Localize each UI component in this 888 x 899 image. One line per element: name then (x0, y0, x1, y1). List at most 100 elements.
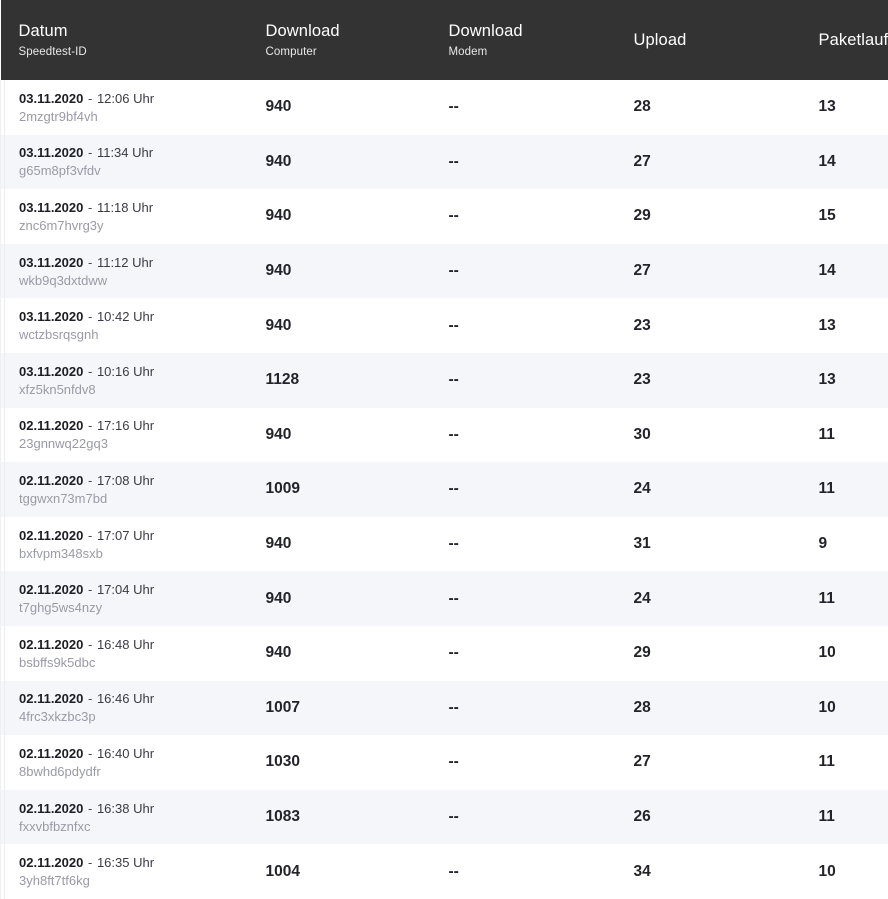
row-date: 03.11.2020 (19, 91, 83, 106)
value-number: 13 (801, 317, 888, 335)
cell-upload: 28 (616, 681, 801, 736)
column-header-subtitle: Modem (449, 44, 616, 60)
row-date-time-separator: - (87, 582, 93, 597)
cell-datum-inner: 02.11.2020 - 17:08 Uhrtggwxn73m7bd (1, 472, 248, 507)
cell-download-computer: 1009 (248, 462, 431, 517)
value-number: 11 (801, 753, 888, 771)
value-number: 10 (801, 644, 888, 662)
column-header-ping[interactable]: Paketlaufzeit (801, 0, 888, 80)
cell-datum-inner: 02.11.2020 - 16:40 Uhr8bwhd6pdydfr (1, 745, 248, 780)
value-number: 9 (801, 535, 888, 553)
row-time: 16:38 (97, 801, 130, 816)
row-speedtest-id: 2mzgtr9bf4vh (19, 108, 248, 125)
value-empty: -- (431, 590, 616, 608)
table-row[interactable]: 02.11.2020 - 16:38 Uhrfxxvbfbznfxc1083--… (1, 790, 888, 845)
row-date-time-separator: - (87, 801, 93, 816)
cell-download-computer: 940 (248, 135, 431, 190)
table-row[interactable]: 02.11.2020 - 17:04 Uhrt7ghg5ws4nzy940--2… (1, 571, 888, 626)
cell-download-computer: 1030 (248, 735, 431, 790)
table-row[interactable]: 03.11.2020 - 10:16 Uhrxfz5kn5nfdv81128--… (1, 353, 888, 408)
cell-datum-inner: 02.11.2020 - 17:04 Uhrt7ghg5ws4nzy (1, 581, 248, 616)
table-row[interactable]: 02.11.2020 - 16:46 Uhr4frc3xkzbc3p1007--… (1, 681, 888, 736)
column-header-subtitle: Speedtest-ID (19, 44, 248, 60)
cell-download-computer: 940 (248, 244, 431, 299)
value-number: 1128 (248, 371, 431, 389)
cell-datum: 02.11.2020 - 16:40 Uhr8bwhd6pdydfr (1, 735, 248, 790)
value-number: 10 (801, 699, 888, 717)
column-header-dl_modem[interactable]: DownloadModem (431, 0, 616, 80)
cell-paketlaufzeit: 11 (801, 571, 888, 626)
value-number: 1083 (248, 808, 431, 826)
table-row[interactable]: 03.11.2020 - 11:12 Uhrwkb9q3dxtdww940--2… (1, 244, 888, 299)
value-number: 31 (616, 535, 801, 553)
cell-datum: 03.11.2020 - 10:42 Uhrwctzbsrqsgnh (1, 298, 248, 353)
value-number: 13 (801, 98, 888, 116)
row-speedtest-id: bxfvpm348sxb (19, 545, 248, 562)
row-date: 02.11.2020 (19, 637, 83, 652)
row-speedtest-id: xfz5kn5nfdv8 (19, 381, 248, 398)
cell-datum: 02.11.2020 - 16:38 Uhrfxxvbfbznfxc (1, 790, 248, 845)
table-row[interactable]: 03.11.2020 - 11:34 Uhrg65m8pf3vfdv940--2… (1, 135, 888, 190)
value-number: 27 (616, 262, 801, 280)
value-number: 30 (616, 426, 801, 444)
cell-upload: 30 (616, 408, 801, 463)
cell-datum-inner: 02.11.2020 - 17:16 Uhr23gnnwq22gq3 (1, 417, 248, 452)
row-date-time-separator: - (87, 418, 93, 433)
value-number: 11 (801, 808, 888, 826)
row-datetime: 02.11.2020 - 16:46 Uhr (19, 690, 248, 707)
value-number: 26 (616, 808, 801, 826)
cell-download-computer: 940 (248, 189, 431, 244)
cell-download-computer: 1083 (248, 790, 431, 845)
table-row[interactable]: 03.11.2020 - 12:06 Uhr2mzgtr9bf4vh940--2… (1, 80, 888, 135)
value-number: 11 (801, 426, 888, 444)
row-speedtest-id: tggwxn73m7bd (19, 490, 248, 507)
value-number: 23 (616, 317, 801, 335)
column-header-dl_comp[interactable]: DownloadComputer (248, 0, 431, 80)
row-time: 16:46 (97, 691, 130, 706)
row-time: 11:18 (97, 200, 129, 215)
value-number: 1030 (248, 753, 431, 771)
row-datetime: 03.11.2020 - 12:06 Uhr (19, 90, 248, 107)
cell-download-modem: -- (431, 298, 616, 353)
cell-upload: 23 (616, 353, 801, 408)
column-header-inner: DownloadModem (431, 21, 616, 60)
column-header-subtitle: Computer (266, 44, 431, 60)
cell-upload: 29 (616, 626, 801, 681)
value-number: 13 (801, 371, 888, 389)
row-time: 17:04 (97, 582, 130, 597)
value-number: 14 (801, 262, 888, 280)
cell-upload: 24 (616, 462, 801, 517)
table-header-row: DatumSpeedtest-IDDownloadComputerDownloa… (1, 0, 888, 80)
cell-datum-inner: 03.11.2020 - 12:06 Uhr2mzgtr9bf4vh (1, 90, 248, 125)
table-row[interactable]: 02.11.2020 - 16:48 Uhrbsbffs9k5dbc940--2… (1, 626, 888, 681)
cell-paketlaufzeit: 13 (801, 80, 888, 135)
table-row[interactable]: 02.11.2020 - 17:08 Uhrtggwxn73m7bd1009--… (1, 462, 888, 517)
table-row[interactable]: 03.11.2020 - 10:42 Uhrwctzbsrqsgnh940--2… (1, 298, 888, 353)
cell-paketlaufzeit: 11 (801, 790, 888, 845)
cell-download-modem: -- (431, 244, 616, 299)
cell-datum: 02.11.2020 - 17:08 Uhrtggwxn73m7bd (1, 462, 248, 517)
value-empty: -- (431, 317, 616, 335)
row-time: 16:35 (97, 855, 130, 870)
cell-datum: 02.11.2020 - 16:35 Uhr3yh8ft7tf6kg (1, 844, 248, 899)
cell-datum-inner: 03.11.2020 - 10:16 Uhrxfz5kn5nfdv8 (1, 363, 248, 398)
table-row[interactable]: 03.11.2020 - 11:18 Uhrznc6m7hvrg3y940--2… (1, 189, 888, 244)
value-number: 940 (248, 317, 431, 335)
table-row[interactable]: 02.11.2020 - 17:16 Uhr23gnnwq22gq3940--3… (1, 408, 888, 463)
value-empty: -- (431, 153, 616, 171)
cell-download-computer: 1007 (248, 681, 431, 736)
row-time: 16:48 (97, 637, 130, 652)
cell-paketlaufzeit: 14 (801, 244, 888, 299)
cell-upload: 23 (616, 298, 801, 353)
value-empty: -- (431, 371, 616, 389)
row-time-suffix: Uhr (133, 637, 154, 652)
column-header-datum[interactable]: DatumSpeedtest-ID (1, 0, 248, 80)
row-datetime: 03.11.2020 - 10:16 Uhr (19, 363, 248, 380)
row-speedtest-id: znc6m7hvrg3y (19, 217, 248, 234)
column-header-upload[interactable]: Upload (616, 0, 801, 80)
table-row[interactable]: 02.11.2020 - 17:07 Uhrbxfvpm348sxb940--3… (1, 517, 888, 572)
table-row[interactable]: 02.11.2020 - 16:35 Uhr3yh8ft7tf6kg1004--… (1, 844, 888, 899)
cell-download-modem: -- (431, 517, 616, 572)
cell-paketlaufzeit: 10 (801, 844, 888, 899)
table-row[interactable]: 02.11.2020 - 16:40 Uhr8bwhd6pdydfr1030--… (1, 735, 888, 790)
